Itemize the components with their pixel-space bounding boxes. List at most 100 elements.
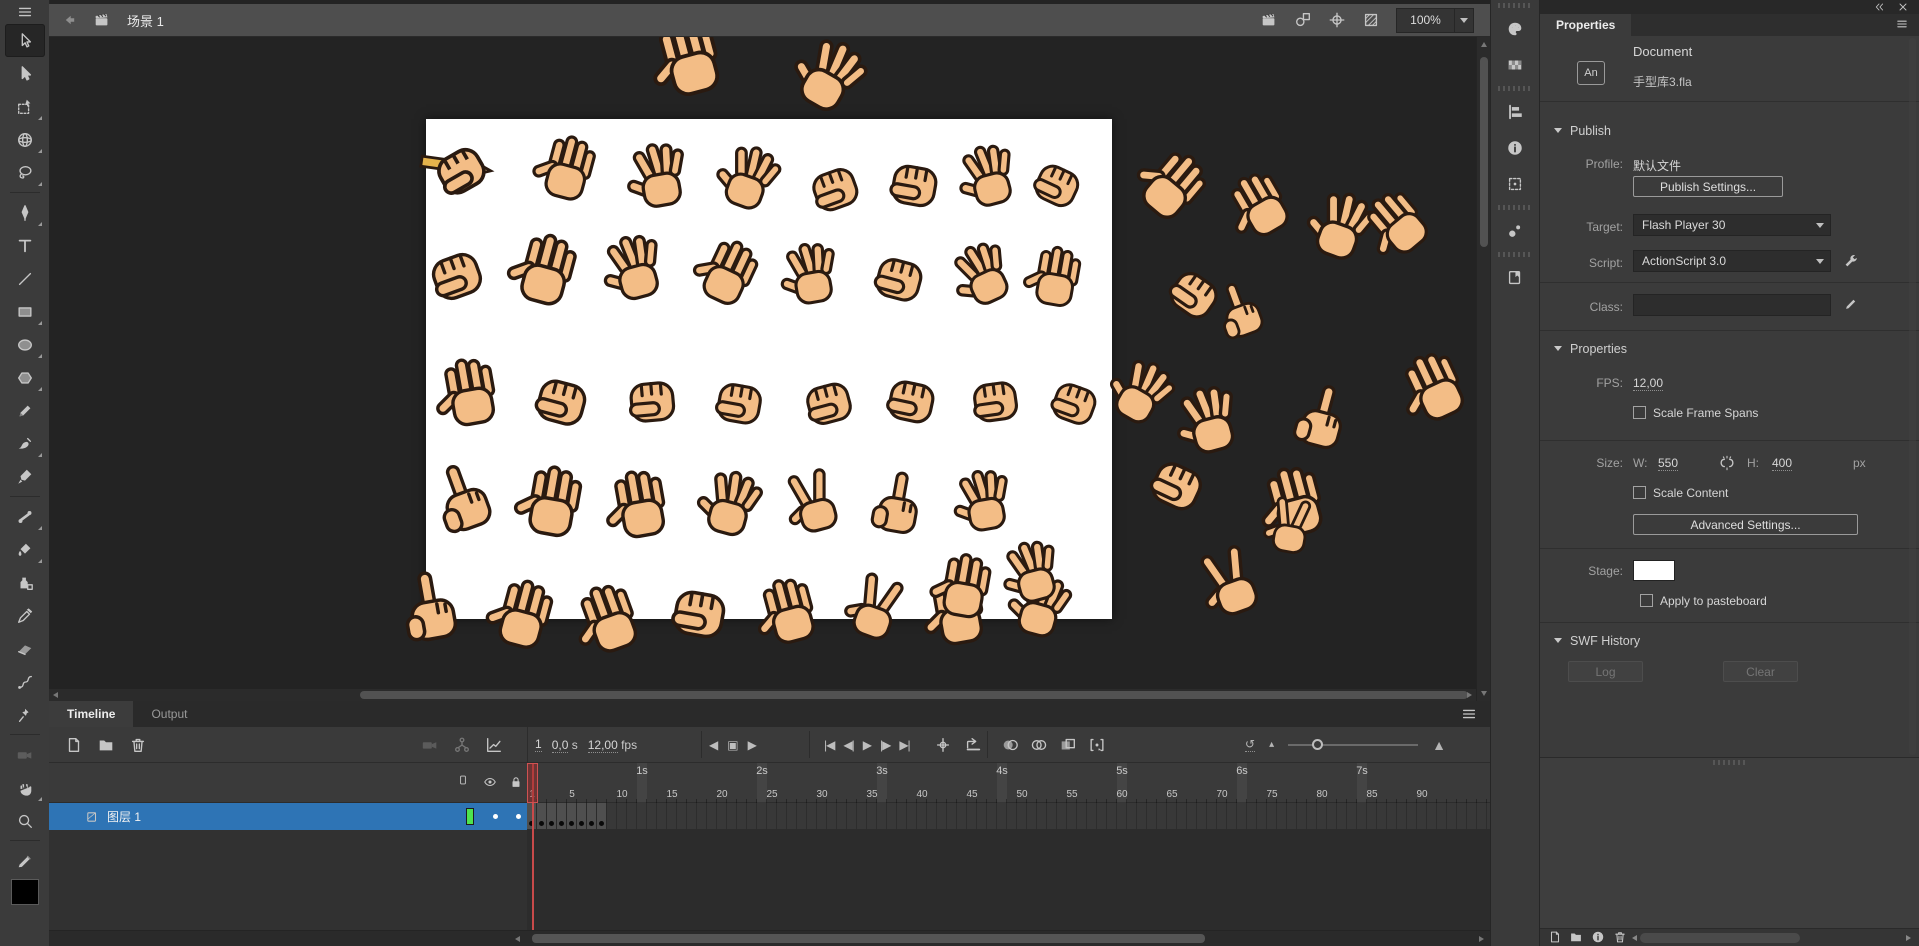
collapse-panels-icon[interactable] [1873,1,1885,13]
swatches-panel-button[interactable] [1491,47,1539,83]
play-icon[interactable]: ▶ [863,738,871,752]
scroll-left-icon[interactable] [515,936,520,942]
link-broken-icon[interactable] [1718,454,1736,472]
publish-section-header[interactable]: Publish [1554,124,1611,138]
timeline-zoom-in-icon[interactable]: ▲ [1432,737,1446,753]
scroll-right-icon[interactable] [1906,935,1911,941]
keyframe-cell[interactable] [567,803,577,829]
info-panel-button[interactable] [1491,130,1539,166]
pen-tool[interactable] [5,196,45,229]
zoom-level-dropdown[interactable]: 100% [1396,8,1474,33]
dock-grip[interactable] [1498,205,1532,210]
edit-scene-icon[interactable] [1260,11,1278,29]
new-symbol-icon[interactable] [1548,930,1562,944]
scroll-right-icon[interactable] [1479,936,1484,942]
align-panel-button[interactable] [1491,94,1539,130]
oval-tool[interactable] [5,328,45,361]
layer-parenting-icon[interactable] [453,736,471,754]
asset-warp-tool[interactable] [5,665,45,698]
pin-tool[interactable] [5,698,45,731]
edit-class-icon[interactable] [1844,297,1858,311]
ink-bottle-tool[interactable] [5,566,45,599]
frame-rate-value[interactable]: 12,00 [588,738,618,753]
eyedropper-tool[interactable] [5,599,45,632]
stage-color-swatch[interactable] [1633,560,1675,581]
line-tool[interactable] [5,262,45,295]
edit-multiple-frames-icon[interactable] [1059,736,1077,754]
brush-library-panel-button[interactable] [1491,213,1539,249]
timeline-zoom-out-icon[interactable]: ▴ [1269,739,1274,750]
eraser-tool[interactable] [5,632,45,665]
dock-grip[interactable] [1498,3,1532,8]
canvas-vertical-scrollbar[interactable] [1476,37,1490,701]
library-scrollbar-thumb[interactable] [1640,933,1800,943]
modify-markers-icon[interactable] [1088,736,1106,754]
visibility-column-icon[interactable] [483,775,497,789]
scrollbar-thumb[interactable] [360,691,1468,699]
height-value[interactable]: 400 [1772,456,1792,471]
onion-skin-outlines-icon[interactable] [1030,736,1048,754]
class-input[interactable] [1633,294,1831,316]
dock-grip[interactable] [1498,86,1532,91]
canvas[interactable] [49,37,1476,701]
scroll-right-icon[interactable] [1467,692,1472,698]
step-forward-one-icon[interactable]: |▶ [880,738,890,752]
item-properties-icon[interactable] [1591,930,1605,944]
loop-range-icon[interactable] [964,736,982,754]
onion-skin-icon[interactable] [1001,736,1019,754]
advanced-settings-button[interactable]: Advanced Settings... [1633,514,1858,535]
text-tool[interactable] [5,229,45,262]
clip-content-icon[interactable] [1362,11,1380,29]
swf-history-section-header[interactable]: SWF History [1554,634,1640,648]
panel-grip[interactable] [1713,760,1747,765]
keyframe-cell[interactable] [537,803,547,829]
stroke-color[interactable] [5,844,45,877]
center-frame-icon[interactable] [934,736,952,754]
frame-graph-icon[interactable] [485,736,503,754]
subselection-tool[interactable] [5,57,45,90]
transform-panel-button[interactable] [1491,166,1539,202]
keyframe-cell[interactable] [577,803,587,829]
canvas-horizontal-scrollbar[interactable] [49,689,1476,701]
wrench-icon[interactable] [1842,252,1860,270]
keyframe-cell[interactable] [547,803,557,829]
fps-value[interactable]: 12,00 [1633,376,1663,391]
scale-frame-spans-checkbox[interactable] [1633,406,1646,419]
close-icon[interactable] [1897,1,1909,13]
loop-playback-icon[interactable]: ▣ [727,738,737,752]
delete-item-icon[interactable] [1613,930,1627,944]
frame-row[interactable] [527,803,1490,830]
tab-properties[interactable]: Properties [1540,14,1631,36]
selection-tool[interactable] [5,24,45,57]
zoom-tool[interactable] [5,804,45,837]
toolbar-menu[interactable] [5,0,45,24]
layer-row[interactable]: 图层 1 [49,803,527,830]
outline-column-icon[interactable] [457,774,469,786]
publish-settings-button[interactable]: Publish Settings... [1633,176,1783,197]
reset-timeline-zoom-icon[interactable]: ↺ [1245,737,1255,752]
dock-grip[interactable] [1498,252,1532,257]
tab-timeline[interactable]: Timeline [49,701,133,727]
scroll-up-icon[interactable] [1481,42,1487,47]
layer-name[interactable]: 图层 1 [107,808,141,825]
art-brush-tool[interactable] [5,427,45,460]
new-layer-icon[interactable] [65,736,83,754]
fill-color-swatch[interactable] [11,879,39,905]
apply-to-pasteboard-checkbox[interactable] [1640,594,1653,607]
keyframe-cell[interactable] [597,803,607,829]
scrollbar-thumb[interactable] [532,934,1205,943]
delete-layer-icon[interactable] [129,736,147,754]
playhead-handle[interactable] [527,763,538,803]
polystar-tool[interactable] [5,361,45,394]
step-back-one-icon[interactable]: ◀| [843,738,853,752]
scroll-down-icon[interactable] [1481,691,1487,696]
step-back-icon[interactable]: ◀ [709,738,717,752]
new-folder-icon[interactable] [1569,930,1583,944]
panel-scrollbar[interactable] [1909,38,1916,755]
layer-outline-color[interactable] [466,808,474,825]
lock-column-icon[interactable] [509,775,523,789]
panel-menu-icon[interactable] [1895,17,1909,31]
edit-symbols-icon[interactable] [1294,11,1312,29]
chevron-down-icon[interactable] [1454,9,1473,32]
pencil-tool[interactable] [5,394,45,427]
